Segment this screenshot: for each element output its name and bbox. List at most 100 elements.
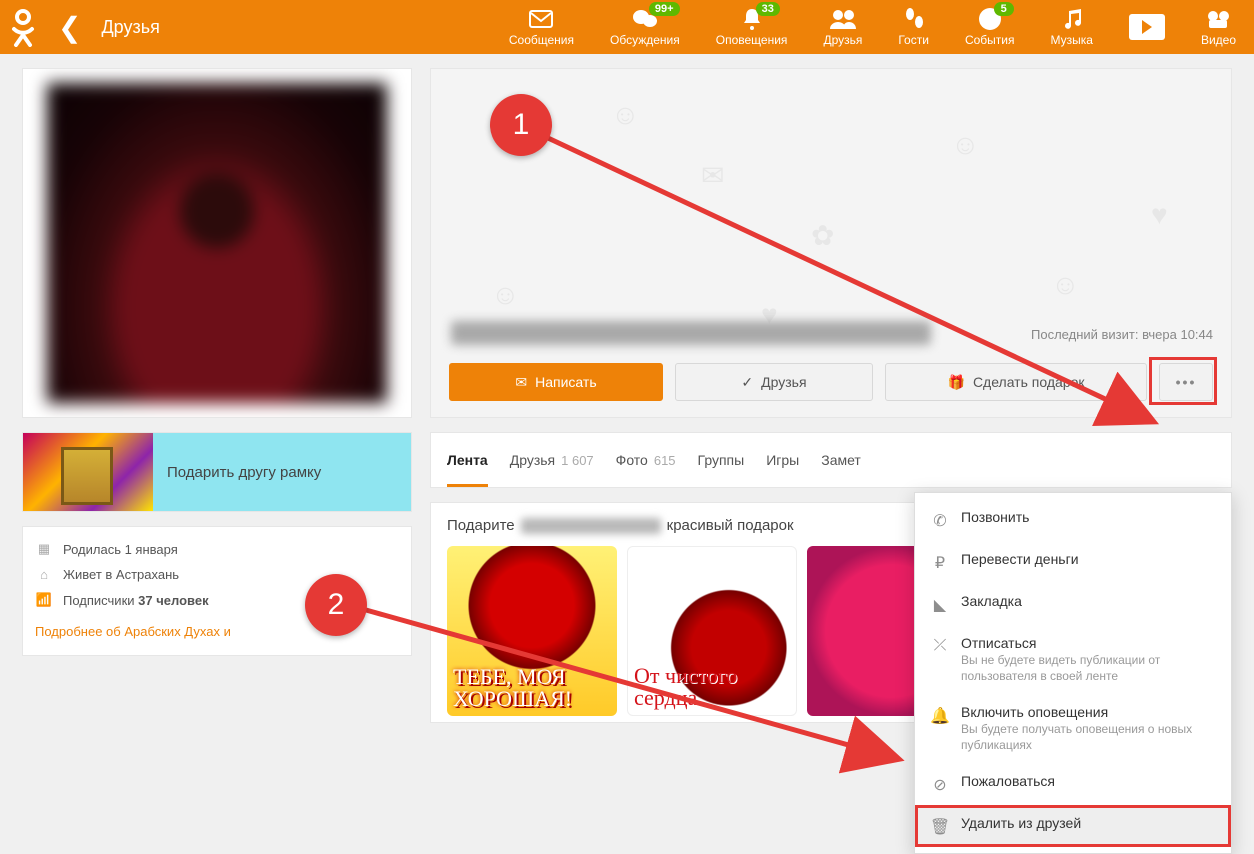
last-visit-label: Последний визит: вчера 10:44 xyxy=(1031,327,1213,342)
more-actions-button[interactable]: ••• xyxy=(1159,363,1213,401)
menu-item-title: Пожаловаться xyxy=(961,773,1215,789)
profile-tabs: Лента Друзья1 607 Фото615 Группы Игры Замет xyxy=(447,433,1215,487)
footsteps-icon xyxy=(903,7,925,31)
annotation-badge-1: 1 xyxy=(490,94,552,156)
nav-badge: 5 xyxy=(994,2,1014,16)
check-icon: ✓ xyxy=(741,374,753,391)
profile-name-blurred xyxy=(451,321,931,345)
menu-item-subtitle: Вы будете получать оповещения о новых пу… xyxy=(961,722,1215,753)
info-subs-count: 37 человек xyxy=(138,593,208,608)
nav-badge: 33 xyxy=(756,2,780,16)
menu-item-subtitle: Вы не будете видеть публикации от пользо… xyxy=(961,653,1215,684)
gift-title-prefix: Подарите xyxy=(447,517,515,534)
nav-label: Друзья xyxy=(823,33,862,47)
info-more-link[interactable]: Подробнее об Арабских Духах и xyxy=(35,624,231,639)
nav-notifications[interactable]: Оповещения 33 xyxy=(698,0,806,54)
menu-item-bookmark[interactable]: ◣ Закладка xyxy=(915,583,1231,625)
tab-Замет[interactable]: Замет xyxy=(821,452,861,468)
info-lives: Живет в Астрахань xyxy=(63,567,179,582)
nav-music[interactable]: Музыка xyxy=(1032,0,1110,54)
trash-icon: 🗑 xyxy=(931,817,949,837)
nav-guests[interactable]: Гости xyxy=(880,0,947,54)
gift-banner-text: Подарить другу рамку xyxy=(153,433,411,511)
menu-item-ruble[interactable]: ₽ Перевести деньги xyxy=(915,541,1231,583)
calendar-icon: ▦ xyxy=(35,541,53,557)
tab-Фото[interactable]: Фото615 xyxy=(616,452,676,468)
nav-label: Гости xyxy=(898,33,929,47)
menu-item-title: Удалить из друзей xyxy=(961,815,1215,831)
envelope-icon xyxy=(529,7,553,31)
location-icon: ⌂ xyxy=(35,567,53,582)
menu-item-bell[interactable]: 🔔 Включить оповещения Вы будете получать о… xyxy=(915,694,1231,763)
gift-caption: От чистого сердца xyxy=(634,665,790,709)
gift-button[interactable]: 🎁 Сделать подарок xyxy=(885,363,1147,401)
profile-tabs-card: Лента Друзья1 607 Фото615 Группы Игры Замет xyxy=(430,432,1232,488)
gift-banner-image xyxy=(23,433,153,511)
friends-button[interactable]: ✓ Друзья xyxy=(675,363,873,401)
gift-banner[interactable]: Подарить другу рамку xyxy=(22,432,412,512)
nav-label: Музыка xyxy=(1050,33,1092,47)
top-navbar: ❮ Друзья Сообщения Обсуждения 99+ Оповещени… xyxy=(0,0,1254,54)
nav-play[interactable] xyxy=(1111,0,1183,54)
gift-button-label: Сделать подарок xyxy=(973,374,1085,390)
info-born: Родилась 1 января xyxy=(63,542,178,557)
music-icon xyxy=(1061,7,1083,31)
profile-avatar-card[interactable] xyxy=(22,68,412,418)
menu-item-title: Закладка xyxy=(961,593,1215,609)
nav-discussions[interactable]: Обсуждения 99+ xyxy=(592,0,698,54)
write-button[interactable]: ✉ Написать xyxy=(449,363,663,401)
bookmark-icon: ◣ xyxy=(931,595,949,615)
annotation-badge-2: 2 xyxy=(305,574,367,636)
nav-label: Сообщения xyxy=(509,33,574,47)
menu-item-title: Отписаться xyxy=(961,635,1215,651)
info-subs-label: Подписчики xyxy=(63,593,135,608)
nav-badge: 99+ xyxy=(649,2,680,16)
menu-item-title: Перевести деньги xyxy=(961,551,1215,567)
tab-Лента[interactable]: Лента xyxy=(447,452,488,487)
tab-Игры[interactable]: Игры xyxy=(766,452,799,468)
more-actions-dropdown: ✆ Позвонить ₽ Перевести деньги ◣ Закладка ⤫ Отп… xyxy=(914,492,1232,854)
phone-icon: ✆ xyxy=(931,511,949,531)
report-icon: ⊘ xyxy=(931,775,949,795)
nav-label: Оповещения xyxy=(716,33,788,47)
gift-recipient-blurred xyxy=(521,518,661,534)
profile-avatar-blurred xyxy=(47,83,387,403)
menu-item-report[interactable]: ⊘ Пожаловаться xyxy=(915,763,1231,805)
tab-count: 615 xyxy=(654,453,676,468)
gift-item[interactable]: От чистого сердца xyxy=(627,546,797,716)
tab-count: 1 607 xyxy=(561,453,594,468)
menu-item-title: Включить оповещения xyxy=(961,704,1215,720)
people-icon xyxy=(829,7,857,31)
gift-title-suffix: красивый подарок xyxy=(667,517,794,534)
gift-caption: ТЕБЕ, МОЯ ХОРОШАЯ! xyxy=(453,666,611,710)
nav-label: События xyxy=(965,33,1015,47)
friends-button-label: Друзья xyxy=(761,374,806,390)
nav-events[interactable]: События 5 xyxy=(947,0,1033,54)
menu-item-trash[interactable]: 🗑 Удалить из друзей xyxy=(915,805,1231,847)
nav-video[interactable]: Видео xyxy=(1183,0,1254,54)
nav-label: Обсуждения xyxy=(610,33,680,47)
nav-messages[interactable]: Сообщения xyxy=(491,0,592,54)
tab-Группы[interactable]: Группы xyxy=(698,452,745,468)
gift-item[interactable]: ТЕБЕ, МОЯ ХОРОШАЯ! xyxy=(447,546,617,716)
gift-icon: 🎁 xyxy=(948,374,965,391)
nav-label: Видео xyxy=(1201,33,1236,47)
menu-item-title: Позвонить xyxy=(961,509,1215,525)
menu-item-unsub[interactable]: ⤫ Отписаться Вы не будете видеть публикаци… xyxy=(915,625,1231,694)
page-title: Друзья xyxy=(101,17,159,38)
tab-Друзья[interactable]: Друзья1 607 xyxy=(510,452,594,468)
back-chevron-icon[interactable]: ❮ xyxy=(58,11,81,44)
top-nav: Сообщения Обсуждения 99+ Оповещения 33 Друзья… xyxy=(491,0,1254,54)
bell-icon: 🔔 xyxy=(931,706,949,726)
nav-friends[interactable]: Друзья xyxy=(805,0,880,54)
video-icon xyxy=(1205,7,1231,31)
envelope-icon: ✉ xyxy=(515,374,527,391)
menu-item-phone[interactable]: ✆ Позвонить xyxy=(915,499,1231,541)
play-icon xyxy=(1129,14,1165,40)
rss-icon: 📶 xyxy=(35,592,53,608)
ellipsis-icon: ••• xyxy=(1176,374,1197,390)
unsub-icon: ⤫ xyxy=(931,637,949,655)
ok-logo-icon[interactable] xyxy=(10,7,36,47)
write-button-label: Написать xyxy=(535,374,596,390)
ruble-icon: ₽ xyxy=(931,553,949,573)
